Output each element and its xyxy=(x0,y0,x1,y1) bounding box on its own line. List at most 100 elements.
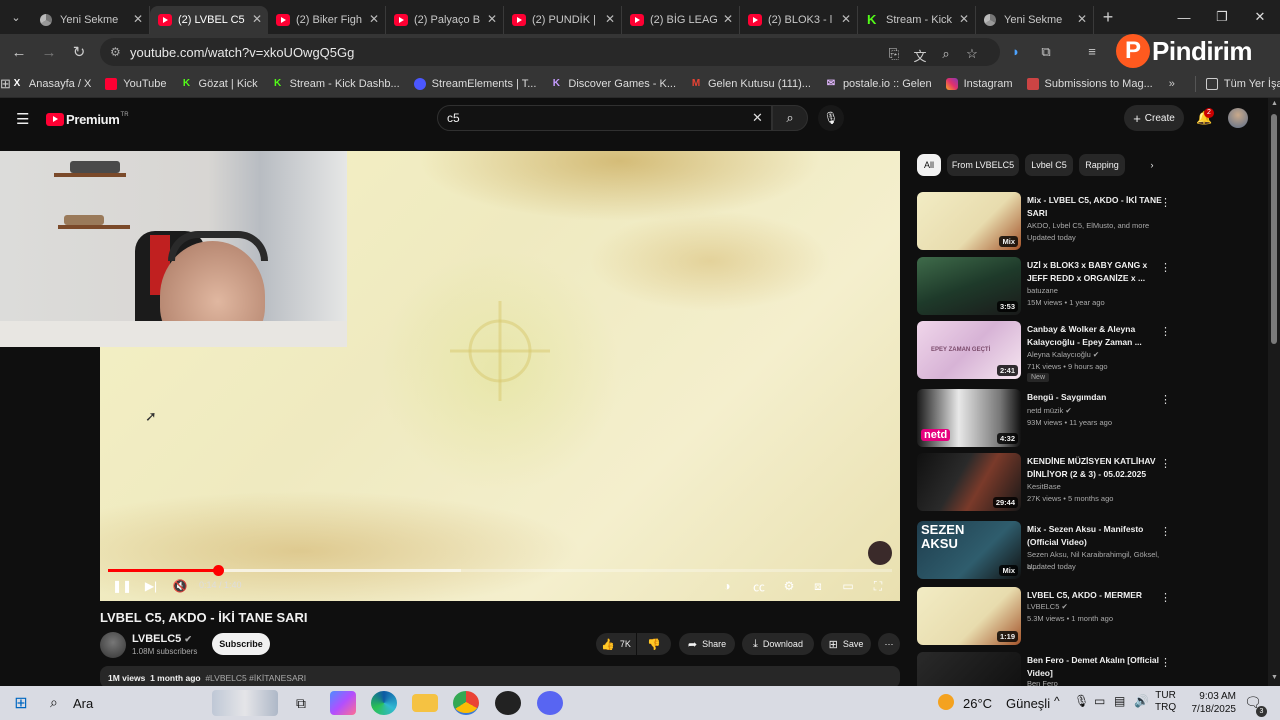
browser-tab[interactable]: Stream - Kick✕ xyxy=(858,6,976,34)
voice-search-button[interactable]: 🎙 xyxy=(818,105,844,131)
video-progress-bar[interactable] xyxy=(108,565,892,576)
close-window-icon[interactable]: ✕ xyxy=(1240,0,1280,34)
microphone-icon[interactable]: 🎙 xyxy=(1074,694,1089,708)
restore-icon[interactable]: ❐ xyxy=(1202,0,1242,34)
more-options-icon[interactable]: ⋮ xyxy=(1160,196,1171,209)
bookmark-star-icon[interactable]: ☆ xyxy=(964,46,980,62)
language-indicator[interactable]: TUR TRQ xyxy=(1155,690,1176,714)
subscribe-button[interactable]: Subscribe xyxy=(212,633,270,655)
file-explorer-icon[interactable] xyxy=(412,694,438,712)
bookmark-item[interactable]: YouTube xyxy=(105,77,167,90)
discord-icon[interactable] xyxy=(537,691,563,715)
subtitles-icon[interactable]: ㏄ xyxy=(750,578,768,594)
create-button[interactable]: + Create xyxy=(1124,105,1184,131)
taskbar-search-label[interactable]: Ara xyxy=(73,696,93,711)
bookmark-item[interactable]: Submissions to Mag... xyxy=(1026,77,1153,90)
close-tab-icon[interactable]: ✕ xyxy=(487,12,497,26)
channel-avatar[interactable] xyxy=(100,632,126,658)
video-thumbnail[interactable]: 29:44 xyxy=(917,453,1021,511)
scrollbar-thumb[interactable] xyxy=(1271,114,1277,344)
browser-tab[interactable]: (2) PUNDİK | ✕ xyxy=(504,6,622,34)
settings-gear-icon[interactable]: ⚙ xyxy=(780,578,798,594)
taskbar-search-icon[interactable]: ⌕ xyxy=(50,694,58,711)
weather-text[interactable]: Güneşli xyxy=(1006,696,1050,711)
scrubber-handle[interactable] xyxy=(212,565,224,576)
chip-rapping[interactable]: Rapping xyxy=(1079,154,1125,176)
next-icon[interactable]: ▶| xyxy=(142,578,160,594)
autoplay-toggle-icon[interactable]: ◑ xyxy=(716,578,738,594)
dislike-button[interactable]: 👎 xyxy=(637,633,671,655)
recommendation-item[interactable]: 29:44 KENDİNE MÜZİSYEN KATLİHAV DİNLİYOR… xyxy=(917,453,1177,515)
like-button[interactable]: 👍 7K xyxy=(596,633,636,655)
more-options-icon[interactable]: ⋮ xyxy=(1160,325,1171,338)
bookmark-item[interactable]: K Stream - Kick Dashb... xyxy=(272,78,400,90)
chip-scroll-right-icon[interactable]: › xyxy=(1140,154,1164,176)
task-view-icon[interactable]: ⧉ xyxy=(288,691,314,715)
network-icon[interactable]: ▤ xyxy=(1114,694,1125,708)
minimize-icon[interactable]: — xyxy=(1164,0,1204,34)
close-tab-icon[interactable]: ✕ xyxy=(252,12,262,26)
forward-icon[interactable]: → xyxy=(34,44,64,61)
reload-icon[interactable]: ↻ xyxy=(64,43,94,61)
description-box[interactable]: 1M views 1 month ago #LVBELC5 #İKİTANESA… xyxy=(100,666,900,688)
clear-search-icon[interactable]: ✕ xyxy=(752,110,763,126)
more-options-icon[interactable]: ⋮ xyxy=(1160,591,1171,604)
chip-all[interactable]: All xyxy=(917,154,941,176)
translate-icon[interactable]: 文 xyxy=(912,46,928,64)
bookmark-item[interactable]: K Discover Games - K... xyxy=(550,78,676,90)
close-tab-icon[interactable]: ✕ xyxy=(723,12,733,26)
browser-tab[interactable]: (2) Biker Figh ✕ xyxy=(268,6,386,34)
video-thumbnail[interactable]: EPEY ZAMAN GEÇTİ 2:41 xyxy=(917,321,1021,379)
search-highlight-image[interactable] xyxy=(212,690,278,716)
chip-lvbel-c5[interactable]: Lvbel C5 xyxy=(1025,154,1073,176)
chrome-icon[interactable] xyxy=(453,691,479,715)
video-thumbnail[interactable]: 1:19 xyxy=(917,587,1021,645)
media-control-icon[interactable]: ≡ xyxy=(1084,44,1100,60)
battery-icon[interactable]: ▭ xyxy=(1094,694,1105,708)
bookmark-item[interactable]: X Anasayfa / X xyxy=(11,78,92,90)
more-options-icon[interactable]: ⋮ xyxy=(1160,525,1171,538)
scroll-up-icon[interactable]: ▲ xyxy=(1271,100,1278,107)
copilot-icon[interactable] xyxy=(330,691,356,715)
recommendation-item[interactable]: 1:19 LVBEL C5, AKDO - MERMER LVBELC5 ✔ 5… xyxy=(917,587,1177,649)
fullscreen-icon[interactable]: ⛶ xyxy=(869,578,887,594)
video-thumbnail[interactable]: SEZEN AKSU Mix xyxy=(917,521,1021,579)
obs-icon[interactable] xyxy=(495,691,521,715)
new-tab-icon[interactable]: + xyxy=(1094,7,1122,28)
address-bar[interactable]: ⚙ youtube.com/watch?v=xkoUOwgQ5Gg ⎘ 文 ⌕ … xyxy=(100,38,1000,66)
page-scrollbar[interactable]: ▲ ▼ xyxy=(1268,98,1280,686)
windows-start-icon[interactable]: ⊞ xyxy=(8,691,34,715)
extensions-icon[interactable]: ⧉ xyxy=(1038,44,1054,60)
miniplayer-icon[interactable]: ⧈ xyxy=(809,578,827,594)
edge-icon[interactable] xyxy=(371,691,397,715)
more-options-icon[interactable]: ⋮ xyxy=(1160,457,1171,470)
more-options-icon[interactable]: ⋮ xyxy=(1160,393,1171,406)
bookmark-item[interactable]: StreamElements | T... xyxy=(413,77,536,90)
close-tab-icon[interactable]: ✕ xyxy=(133,12,143,26)
more-options-icon[interactable]: ⋮ xyxy=(1160,261,1171,274)
close-tab-icon[interactable]: ✕ xyxy=(959,12,969,26)
extension-audio-icon[interactable]: ◗ xyxy=(1008,44,1024,60)
close-tab-icon[interactable]: ✕ xyxy=(1077,12,1087,26)
channel-name[interactable]: LVBELC5 ✔ xyxy=(132,633,192,645)
browser-tab[interactable]: Yeni Sekme ✕ xyxy=(32,6,150,34)
weather-temp[interactable]: 26°C xyxy=(963,696,992,711)
more-bookmarks-icon[interactable]: » xyxy=(1169,78,1175,90)
bookmark-item[interactable]: K Gözat | Kick xyxy=(181,78,258,90)
bookmark-item[interactable]: ✉ postale.io :: Gelen xyxy=(825,78,932,90)
close-tab-icon[interactable]: ✕ xyxy=(841,12,851,26)
video-thumbnail[interactable] xyxy=(917,652,1021,686)
save-button[interactable]: ⊞ Save xyxy=(821,633,871,655)
more-actions-icon[interactable]: ⋯ xyxy=(878,633,900,655)
hamburger-menu-icon[interactable]: ☰ xyxy=(16,110,29,128)
theater-mode-icon[interactable]: ▭ xyxy=(839,578,857,594)
volume-icon[interactable]: 🔊 xyxy=(1134,694,1149,708)
recommendation-item[interactable]: EPEY ZAMAN GEÇTİ 2:41 Canbay & Wolker & A… xyxy=(917,321,1177,383)
site-info-icon[interactable]: ⚙ xyxy=(110,45,121,59)
video-thumbnail[interactable]: netd 4:32 xyxy=(917,389,1021,447)
browser-tab[interactable]: (2) Palyaço B ✕ xyxy=(386,6,504,34)
browser-tab[interactable]: (2) BLOK3 - l ✕ xyxy=(740,6,858,34)
clock[interactable]: 9:03 AM 7/18/2025 xyxy=(1186,690,1237,716)
close-tab-icon[interactable]: ✕ xyxy=(605,12,615,26)
pause-icon[interactable]: ❚❚ xyxy=(112,578,132,594)
